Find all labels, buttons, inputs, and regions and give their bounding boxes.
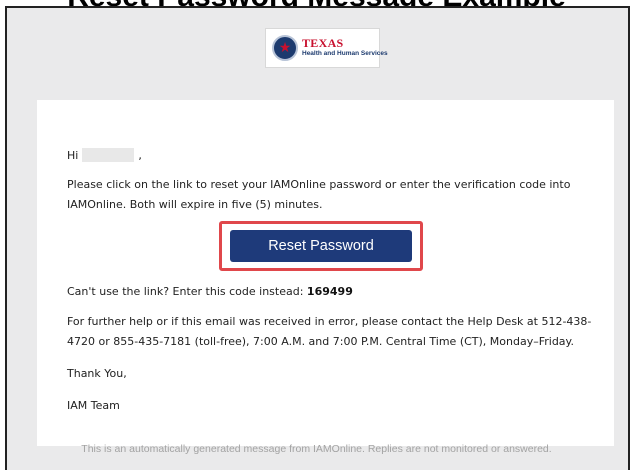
- signature: IAM Team: [67, 399, 120, 412]
- help-paragraph: For further help or if this email was re…: [67, 315, 592, 348]
- reset-password-button[interactable]: Reset Password: [230, 230, 412, 262]
- code-line: Can't use the link? Enter this code inst…: [67, 282, 353, 302]
- verification-code: 169499: [306, 285, 353, 298]
- footer-notice: This is an automatically generated messa…: [81, 443, 552, 455]
- greeting-prefix: Hi: [67, 149, 79, 162]
- greeting: Hi,: [67, 146, 142, 166]
- email-card: Hi, Please click on the link to reset yo…: [37, 100, 614, 446]
- greeting-suffix: ,: [138, 149, 142, 162]
- email-frame: ★ TEXAS Health and Human Services Hi, Pl…: [5, 6, 630, 470]
- texas-seal-icon: ★: [272, 35, 298, 61]
- intro-paragraph: Please click on the link to reset your I…: [67, 178, 571, 211]
- button-highlight-box: Reset Password: [219, 221, 423, 271]
- logo-line1: TEXAS: [302, 36, 344, 50]
- code-prompt: Can't use the link? Enter this code inst…: [67, 285, 304, 298]
- texas-hhs-logo: ★ TEXAS Health and Human Services: [265, 28, 388, 68]
- redacted-name: [82, 148, 135, 162]
- logo-line2: Health and Human Services: [302, 50, 388, 57]
- sign-off: Thank You,: [67, 367, 127, 380]
